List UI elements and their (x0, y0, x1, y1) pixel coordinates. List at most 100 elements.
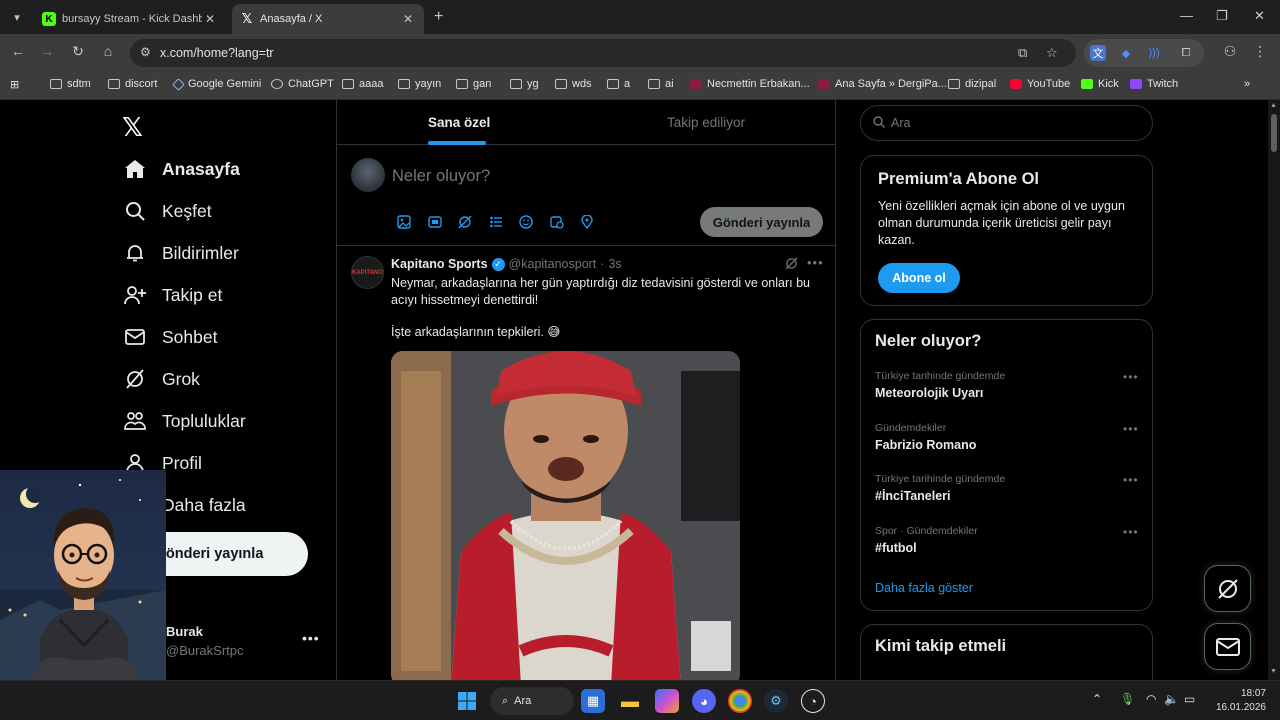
reload-button[interactable]: ↻ (68, 43, 88, 60)
tweet-more-icon[interactable]: ••• (807, 255, 824, 270)
account-switcher[interactable]: Burak @BurakSrtpc (166, 624, 244, 658)
bookmark-youtube[interactable]: YouTube (1010, 78, 1070, 90)
messages-fab-button[interactable] (1204, 623, 1251, 670)
battery-icon[interactable]: ▭ (1184, 692, 1195, 706)
chrome-icon[interactable] (728, 689, 752, 713)
close-icon[interactable]: ✕ (202, 12, 218, 26)
grok-fab-button[interactable] (1204, 565, 1251, 612)
compose-post-button[interactable]: Gönderi yayınla (700, 207, 823, 237)
copilot-icon[interactable] (655, 689, 679, 713)
bookmark-necmettin[interactable]: Necmettin Erbakan... (690, 78, 810, 90)
volume-icon[interactable]: 🔈 (1164, 692, 1179, 706)
apps-grid-icon[interactable]: ⊞ (10, 78, 19, 91)
bookmark-chatgpt[interactable]: ChatGPT (271, 78, 334, 90)
bookmark-discort[interactable]: discort (108, 78, 157, 90)
taskbar-clock[interactable]: 18:07 16.01.2026 (1212, 687, 1266, 715)
nav-item-follow[interactable]: Takip et (122, 284, 222, 306)
file-explorer-icon[interactable]: ▬ (618, 689, 642, 713)
tab-search-icon[interactable]: ▾ (6, 6, 28, 28)
extensions-puzzle-icon[interactable]: ⧠ (1178, 45, 1194, 61)
search-input[interactable]: Ara (860, 105, 1153, 141)
profile-sync-icon[interactable]: ⚇ (1220, 43, 1240, 60)
scroll-up-icon[interactable]: ▲ (1270, 102, 1277, 109)
bookmark-yayin[interactable]: yayın (398, 78, 441, 90)
schedule-icon[interactable] (548, 213, 566, 231)
microphone-icon[interactable]: 🎙 (1120, 692, 1135, 706)
close-icon[interactable]: ✕ (400, 12, 416, 26)
bookmark-gemini[interactable]: Google Gemini (172, 77, 261, 91)
nav-item-communities[interactable]: Topluluklar (122, 410, 246, 432)
bookmark-wds[interactable]: wds (555, 78, 592, 90)
new-tab-button[interactable]: + (434, 8, 443, 26)
bookmark-yg[interactable]: yg (510, 78, 539, 90)
trend-item[interactable]: Gündemdekiler Fabrizio Romano ••• (875, 422, 1140, 452)
bookmark-kick[interactable]: Kick (1081, 78, 1119, 90)
tweet-video[interactable] (391, 351, 740, 680)
trend-more-icon[interactable]: ••• (1123, 525, 1139, 539)
bookmark-star-icon[interactable]: ☆ (1046, 45, 1058, 61)
tab-kick-dashboard[interactable]: K bursayy Stream - Kick Dashboar ✕ (34, 4, 226, 34)
trend-item[interactable]: Spor · Gündemdekiler #futbol ••• (875, 525, 1140, 555)
bookmarks-overflow-icon[interactable]: » (1244, 78, 1250, 90)
poll-icon[interactable] (487, 213, 505, 231)
tweet-author[interactable]: Kapitano Sports (391, 257, 488, 271)
browser-menu-icon[interactable]: ⋮ (1250, 43, 1270, 60)
nav-item-chat[interactable]: Sohbet (122, 326, 217, 348)
image-icon[interactable] (395, 213, 413, 231)
bookmark-ai[interactable]: ai (648, 78, 674, 90)
tweet-time[interactable]: 3s (608, 257, 621, 271)
page-scrollbar[interactable]: ▲ ▼ (1268, 100, 1280, 680)
taskbar-search[interactable]: ⌕ Ara (490, 687, 574, 715)
obs-icon[interactable]: ◔ (801, 689, 825, 713)
tray-overflow-icon[interactable]: ⌃ (1092, 692, 1102, 706)
nav-item-notifications[interactable]: Bildirimler (122, 242, 239, 264)
install-app-icon[interactable]: ⧉ (1018, 45, 1027, 61)
tab-for-you[interactable]: Sana özel (428, 115, 490, 130)
grok-icon[interactable] (785, 257, 798, 273)
translate-extension-icon[interactable]: 文 (1090, 45, 1106, 61)
steam-icon[interactable]: ⚙ (764, 689, 788, 713)
show-more-link[interactable]: Daha fazla göster (875, 581, 973, 595)
window-close-button[interactable]: ✕ (1254, 8, 1265, 24)
bookmark-sdtm[interactable]: sdtm (50, 78, 91, 90)
discord-icon[interactable]: ◕ (692, 689, 716, 713)
bookmark-dizipal[interactable]: dizipal (948, 78, 996, 90)
scrollbar-thumb[interactable] (1271, 114, 1277, 152)
nav-item-explore[interactable]: Keşfet (122, 200, 212, 222)
home-button[interactable]: ⌂ (98, 43, 118, 59)
scroll-down-icon[interactable]: ▼ (1270, 668, 1277, 675)
bookmark-dergipark[interactable]: Ana Sayfa » DergiPa... (818, 78, 947, 90)
bookmark-gan[interactable]: gan (456, 78, 491, 90)
trend-more-icon[interactable]: ••• (1123, 422, 1139, 436)
trend-item[interactable]: Türkiye tarihinde gündemde Meteorolojik … (875, 370, 1140, 400)
tweet[interactable]: KAPITANO Kapitano Sports ✓ @kapitanospor… (337, 246, 835, 680)
grok-icon[interactable] (456, 213, 474, 231)
tweet-handle[interactable]: @kapitanosport (509, 257, 597, 271)
shield-extension-icon[interactable]: ◆ (1118, 45, 1134, 61)
gif-icon[interactable] (426, 213, 444, 231)
trend-more-icon[interactable]: ••• (1123, 473, 1139, 487)
bookmark-aaaa[interactable]: aaaa (342, 78, 383, 90)
nav-item-grok[interactable]: Grok (122, 368, 200, 390)
compose-input[interactable]: Neler oluyor? (392, 167, 490, 186)
audio-extension-icon[interactable]: ))) (1146, 45, 1162, 61)
avatar[interactable] (351, 158, 385, 192)
location-icon[interactable] (578, 213, 596, 231)
back-button[interactable]: ← (8, 43, 28, 59)
emoji-icon[interactable] (517, 213, 535, 231)
wifi-icon[interactable]: ◠ (1146, 692, 1156, 706)
tab-following[interactable]: Takip ediliyor (667, 115, 745, 130)
forward-button[interactable]: → (37, 43, 57, 59)
minimize-button[interactable]: — (1180, 8, 1193, 23)
subscribe-button[interactable]: Abone ol (878, 263, 960, 293)
avatar[interactable]: KAPITANO (351, 256, 384, 289)
trend-more-icon[interactable]: ••• (1123, 370, 1139, 384)
bookmark-twitch[interactable]: Twitch (1130, 78, 1178, 90)
store-icon[interactable]: ▦ (581, 689, 605, 713)
bookmark-a[interactable]: a (607, 78, 630, 90)
account-more-icon[interactable]: ••• (302, 630, 320, 646)
nav-item-home[interactable]: Anasayfa (122, 158, 240, 180)
trend-item[interactable]: Türkiye tarihinde gündemde #İnciTaneleri… (875, 473, 1140, 503)
windows-start-icon[interactable] (455, 689, 479, 713)
address-bar[interactable]: ⚙ x.com/home?lang=tr ⧉ ☆ (130, 39, 1076, 67)
